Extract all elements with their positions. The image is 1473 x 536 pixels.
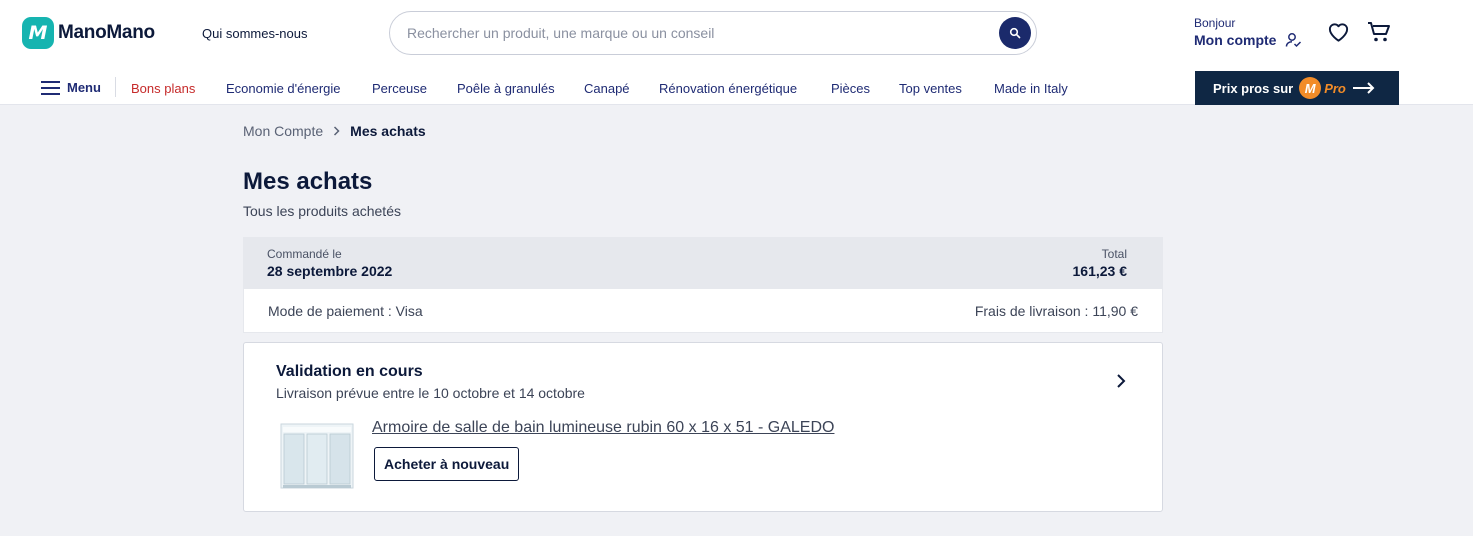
about-link[interactable]: Qui sommes-nous (202, 26, 307, 41)
search-button[interactable] (999, 17, 1031, 49)
hamburger-icon (41, 80, 60, 95)
menu-label: Menu (67, 80, 101, 95)
breadcrumb: Mon Compte Mes achats (243, 123, 426, 139)
shipment-status: Validation en cours (276, 363, 423, 380)
page-title: Mes achats (243, 168, 373, 195)
ordered-date: 28 septembre 2022 (267, 263, 393, 279)
manomano-logo[interactable]: M ManoMano (22, 17, 155, 49)
pro-word: Pro (1324, 80, 1346, 96)
breadcrumb-current: Mes achats (350, 123, 426, 139)
chevron-right-icon[interactable] (1116, 373, 1126, 389)
nav-item-renovation[interactable]: Rénovation énergétique (659, 81, 797, 96)
menu-button[interactable]: Menu (41, 77, 116, 97)
cart-icon[interactable] (1367, 21, 1391, 43)
arrow-right-icon (1352, 82, 1375, 94)
shipment-card[interactable]: Validation en cours Livraison prévue ent… (243, 342, 1163, 512)
total-value: 161,23 € (1072, 263, 1128, 279)
account-label[interactable]: Mon compte (1194, 32, 1276, 48)
ordered-label: Commandé le (267, 247, 342, 261)
pro-banner-text: Prix pros sur (1213, 80, 1294, 96)
nav-item-pieces[interactable]: Pièces (831, 81, 870, 96)
product-link[interactable]: Armoire de salle de bain lumineuse rubin… (372, 419, 834, 437)
shipping-fee: Frais de livraison : 11,90 € (974, 303, 1138, 319)
search-input[interactable]: Rechercher un produit, une marque ou un … (407, 25, 714, 41)
user-check-icon (1286, 33, 1302, 48)
nav-item-canape[interactable]: Canapé (584, 81, 630, 96)
nav-item-made-in-italy[interactable]: Made in Italy (994, 81, 1068, 96)
pro-logo-icon: M (1299, 77, 1322, 99)
site-header: M ManoMano Qui sommes-nous Rechercher un… (0, 0, 1473, 105)
page-subtitle: Tous les produits achetés (243, 203, 401, 219)
nav-divider (115, 77, 116, 97)
nav-item-top-ventes[interactable]: Top ventes (899, 81, 962, 96)
account-menu[interactable]: Bonjour Mon compte (1194, 16, 1303, 48)
order-payment-row: Mode de paiement : Visa Frais de livrais… (243, 289, 1163, 333)
search-icon (1009, 27, 1021, 39)
heart-icon[interactable] (1327, 21, 1350, 43)
nav-item-economie-energie[interactable]: Economie d'énergie (226, 81, 341, 96)
delivery-estimate: Livraison prévue entre le 10 octobre et … (276, 385, 585, 401)
breadcrumb-mon-compte[interactable]: Mon Compte (243, 123, 323, 139)
buy-again-button[interactable]: Acheter à nouveau (374, 447, 520, 481)
logo-mark-icon: M (22, 17, 54, 49)
nav-item-perceuse[interactable]: Perceuse (372, 81, 427, 96)
greeting-text: Bonjour (1194, 16, 1236, 30)
chevron-right-icon (334, 126, 340, 136)
nav-item-poele[interactable]: Poêle à granulés (457, 81, 555, 96)
pro-banner[interactable]: Prix pros sur M Pro (1195, 71, 1399, 105)
payment-method: Mode de paiement : Visa (268, 303, 423, 319)
total-label: Total (1101, 247, 1127, 261)
category-nav: Menu Bons plans Economie d'énergie Perce… (0, 70, 1473, 105)
logo-text: ManoMano (58, 22, 155, 43)
order-header: Commandé le 28 septembre 2022 Total 161,… (243, 237, 1163, 289)
search-bar[interactable]: Rechercher un produit, une marque ou un … (389, 11, 1037, 55)
nav-item-bons-plans[interactable]: Bons plans (131, 81, 195, 96)
product-image[interactable] (278, 421, 356, 491)
